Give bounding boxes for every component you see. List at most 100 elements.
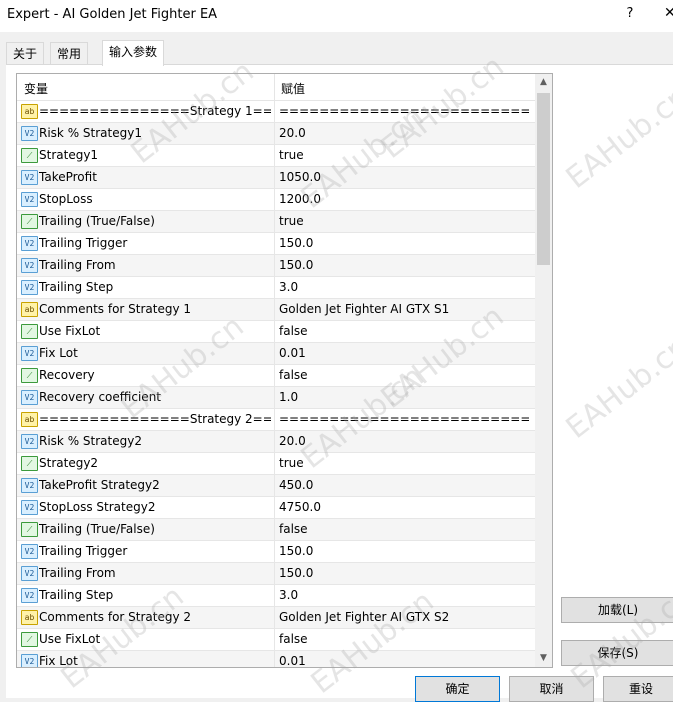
parameter-value[interactable]: true — [279, 214, 529, 228]
ok-button[interactable]: 确定 — [415, 676, 500, 702]
parameter-value[interactable]: 20.0 — [279, 434, 529, 448]
scroll-up-arrow-icon[interactable]: ▲ — [535, 74, 552, 91]
number-param-icon: V2 — [21, 170, 38, 185]
number-param-icon: V2 — [21, 654, 38, 667]
parameter-row[interactable]: V2 Trailing Trigger 150.0 — [17, 233, 535, 255]
vertical-scrollbar[interactable]: ▲ ▼ — [535, 74, 552, 667]
parameter-row[interactable]: ⟋ Strategy1 true — [17, 145, 535, 167]
parameter-name: Strategy1 — [39, 148, 99, 162]
parameter-row[interactable]: V2 StopLoss Strategy2 4750.0 — [17, 497, 535, 519]
save-button[interactable]: 保存(S) — [561, 640, 673, 666]
parameter-row[interactable]: V2 Trailing From 150.0 — [17, 255, 535, 277]
number-param-icon: V2 — [21, 258, 38, 273]
column-header-value[interactable]: 赋值 — [281, 80, 305, 97]
number-param-icon: V2 — [21, 126, 38, 141]
cell-divider — [274, 277, 275, 298]
cell-divider — [274, 651, 275, 667]
parameter-value[interactable]: 150.0 — [279, 544, 529, 558]
column-divider[interactable] — [274, 74, 275, 100]
parameter-value[interactable]: Golden Jet Fighter AI GTX S2 — [279, 610, 529, 624]
parameter-value[interactable]: false — [279, 368, 529, 382]
parameter-name: Trailing Trigger — [39, 544, 128, 558]
parameter-row[interactable]: ab Comments for Strategy 2 Golden Jet Figh… — [17, 607, 535, 629]
close-button[interactable]: ✕ — [664, 5, 673, 25]
parameter-row[interactable]: V2 StopLoss 1200.0 — [17, 189, 535, 211]
parameter-value[interactable]: 4750.0 — [279, 500, 529, 514]
bool-param-icon: ⟋ — [21, 632, 38, 647]
bool-param-icon: ⟋ — [21, 148, 38, 163]
parameter-value[interactable]: 1050.0 — [279, 170, 529, 184]
parameter-row[interactable]: V2 Trailing Step 3.0 — [17, 585, 535, 607]
cell-divider — [274, 167, 275, 188]
parameter-name: Trailing Trigger — [39, 236, 128, 250]
parameter-value[interactable]: 1.0 — [279, 390, 529, 404]
parameter-name: Recovery — [39, 368, 95, 382]
title-bar: Expert - AI Golden Jet Fighter EA ? ✕ — [0, 0, 673, 32]
parameter-value[interactable]: 0.01 — [279, 346, 529, 360]
parameter-name: Recovery coefficient — [39, 390, 162, 404]
parameter-row[interactable]: ⟋ Strategy2 true — [17, 453, 535, 475]
cell-divider — [274, 607, 275, 628]
parameter-value[interactable]: false — [279, 522, 529, 536]
parameter-row[interactable]: V2 Trailing Step 3.0 — [17, 277, 535, 299]
parameter-row[interactable]: V2 Trailing Trigger 150.0 — [17, 541, 535, 563]
cell-divider — [274, 409, 275, 430]
parameter-row[interactable]: V2 TakeProfit Strategy2 450.0 — [17, 475, 535, 497]
tab-common[interactable]: 常用 — [50, 42, 89, 65]
parameter-row[interactable]: V2 Risk % Strategy1 20.0 — [17, 123, 535, 145]
parameter-row[interactable]: V2 Risk % Strategy2 20.0 — [17, 431, 535, 453]
scroll-thumb[interactable] — [537, 93, 550, 265]
parameter-value[interactable]: ============================... — [279, 412, 529, 426]
parameter-value[interactable]: 20.0 — [279, 126, 529, 140]
parameter-value[interactable]: 150.0 — [279, 236, 529, 250]
parameter-name: TakeProfit — [39, 170, 97, 184]
cell-divider — [274, 255, 275, 276]
grid-header: 变量 赋值 — [17, 74, 535, 101]
cell-divider — [274, 431, 275, 452]
parameter-row[interactable]: V2 Recovery coefficient 1.0 — [17, 387, 535, 409]
parameter-value[interactable]: ============================... — [279, 104, 529, 118]
parameter-row[interactable]: ⟋ Trailing (True/False) false — [17, 519, 535, 541]
help-button[interactable]: ? — [622, 6, 638, 24]
column-header-variable[interactable]: 变量 — [24, 80, 48, 97]
parameter-value[interactable]: 150.0 — [279, 566, 529, 580]
parameter-value[interactable]: false — [279, 324, 529, 338]
parameter-value[interactable]: true — [279, 148, 529, 162]
parameter-row[interactable]: ab Comments for Strategy 1 Golden Jet Figh… — [17, 299, 535, 321]
parameter-value[interactable]: 450.0 — [279, 478, 529, 492]
tab-inputs[interactable]: 输入参数 — [102, 40, 165, 66]
parameter-name: Use FixLot — [39, 632, 101, 646]
cell-divider — [274, 343, 275, 364]
number-param-icon: V2 — [21, 280, 38, 295]
cell-divider — [274, 321, 275, 342]
cancel-button[interactable]: 取消 — [509, 676, 594, 702]
parameter-name: Comments for Strategy 2 — [39, 610, 192, 624]
parameter-row[interactable]: ⟋ Use FixLot false — [17, 629, 535, 651]
parameter-value[interactable]: 1200.0 — [279, 192, 529, 206]
parameter-row[interactable]: ab ===============Strategy 1===... =======… — [17, 101, 535, 123]
parameter-row[interactable]: ab ===============Strategy 2===... =======… — [17, 409, 535, 431]
parameter-row[interactable]: V2 Fix Lot 0.01 — [17, 651, 535, 667]
parameter-value[interactable]: true — [279, 456, 529, 470]
parameter-row[interactable]: V2 Trailing From 150.0 — [17, 563, 535, 585]
parameter-row[interactable]: V2 TakeProfit 1050.0 — [17, 167, 535, 189]
parameter-value[interactable]: Golden Jet Fighter AI GTX S1 — [279, 302, 529, 316]
parameter-value[interactable]: 0.01 — [279, 654, 529, 667]
reset-button[interactable]: 重设 — [603, 676, 673, 702]
parameter-row[interactable]: ⟋ Trailing (True/False) true — [17, 211, 535, 233]
parameter-value[interactable]: 3.0 — [279, 280, 529, 294]
parameter-row[interactable]: V2 Fix Lot 0.01 — [17, 343, 535, 365]
parameter-value[interactable]: false — [279, 632, 529, 646]
parameter-value[interactable]: 3.0 — [279, 588, 529, 602]
bool-param-icon: ⟋ — [21, 324, 38, 339]
string-param-icon: ab — [21, 610, 38, 625]
bool-param-icon: ⟋ — [21, 522, 38, 537]
parameter-row[interactable]: ⟋ Recovery false — [17, 365, 535, 387]
parameter-row[interactable]: ⟋ Use FixLot false — [17, 321, 535, 343]
load-button[interactable]: 加载(L) — [561, 597, 673, 623]
scroll-down-arrow-icon[interactable]: ▼ — [535, 650, 552, 667]
tab-about[interactable]: 关于 — [6, 42, 45, 65]
parameter-name: Risk % Strategy2 — [39, 434, 142, 448]
parameter-value[interactable]: 150.0 — [279, 258, 529, 272]
parameter-name: Trailing Step — [39, 588, 114, 602]
